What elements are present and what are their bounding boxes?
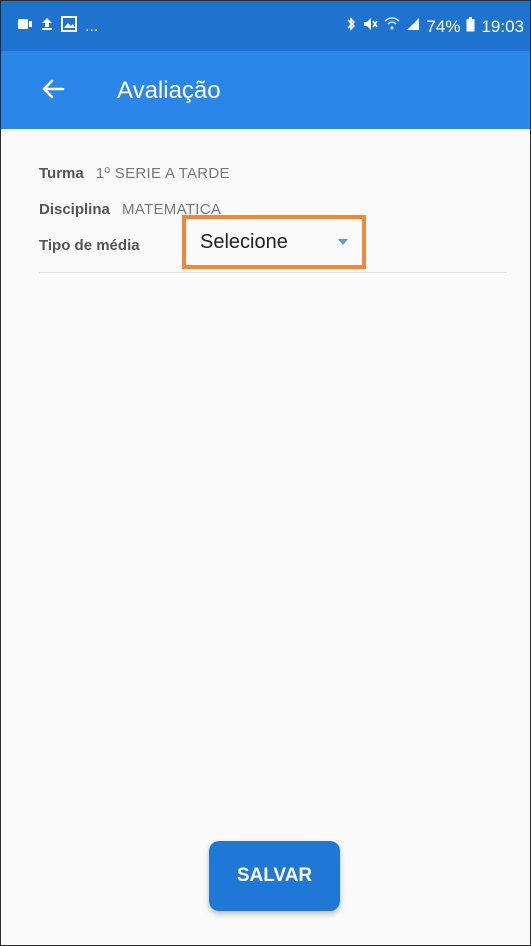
turma-row: Turma 1º SERIE A TARDE xyxy=(39,165,230,182)
app-bar: Avaliação xyxy=(1,51,530,129)
main-content: Turma 1º SERIE A TARDE Disciplina MATEMA… xyxy=(1,129,530,945)
status-time: 19:03 xyxy=(481,16,524,36)
divider xyxy=(39,272,507,273)
image-icon xyxy=(61,16,77,37)
save-button[interactable]: SALVAR xyxy=(209,841,340,911)
dropdown-arrow-icon xyxy=(338,239,348,245)
page-title: Avaliação xyxy=(117,77,221,104)
tipo-media-label: Tipo de média xyxy=(39,237,140,254)
tipo-media-select[interactable]: Selecione xyxy=(182,215,366,269)
status-overflow: ... xyxy=(85,17,99,35)
status-bar: ... 74% 19:03 xyxy=(1,1,530,51)
battery-percent: 74% xyxy=(426,16,461,36)
bluetooth-icon xyxy=(346,16,356,37)
status-left: ... xyxy=(17,16,98,37)
wifi-icon xyxy=(384,17,400,36)
turma-label: Turma xyxy=(39,165,84,182)
mute-icon xyxy=(362,16,379,37)
notification-icon xyxy=(17,17,33,36)
phone-screen: ... 74% 19:03 Avaliação Turma 1º SERIE A… xyxy=(0,0,531,946)
battery-icon xyxy=(466,16,475,37)
turma-value: 1º SERIE A TARDE xyxy=(95,165,230,182)
signal-icon xyxy=(406,17,420,36)
back-arrow-icon[interactable] xyxy=(39,75,67,103)
disciplina-label: Disciplina xyxy=(39,201,110,218)
status-right: 74% 19:03 xyxy=(346,16,524,37)
tipo-media-row: Tipo de média xyxy=(39,237,148,254)
upload-icon xyxy=(41,17,53,36)
select-value: Selecione xyxy=(200,231,288,253)
